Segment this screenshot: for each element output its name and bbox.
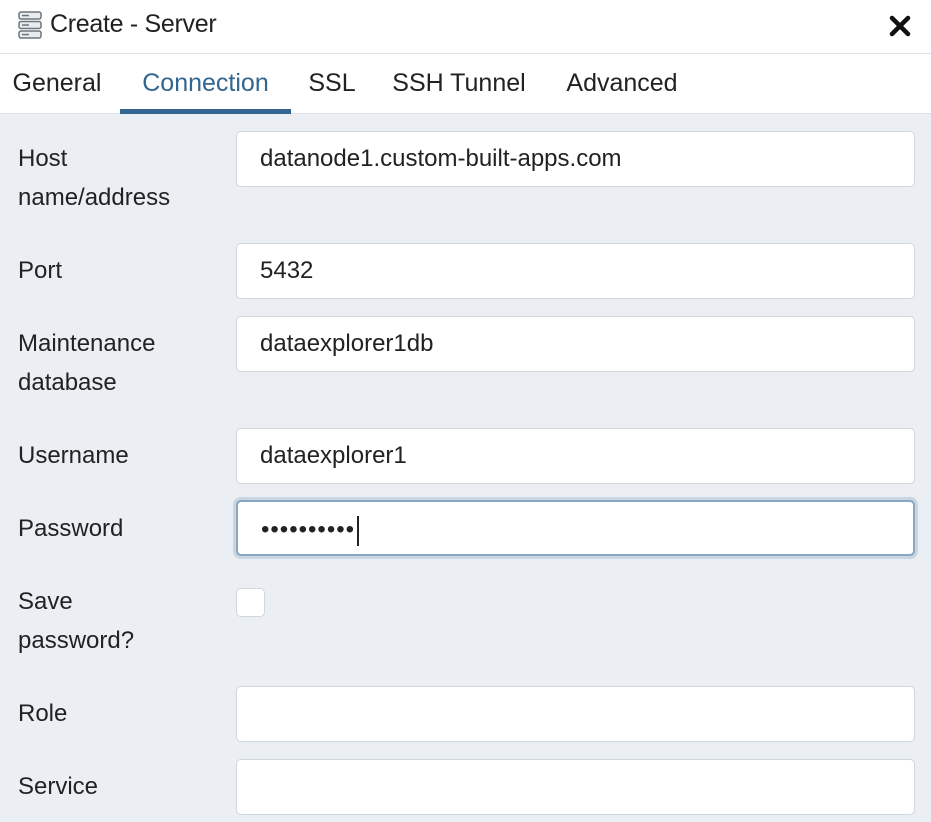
username-label: Username — [18, 442, 129, 469]
maintenance-db-label: Maintenance database — [18, 324, 218, 402]
save-password-label-line1: Save — [18, 588, 73, 615]
port-input[interactable] — [236, 243, 915, 299]
maintenance-db-label-line1: Maintenance — [18, 330, 156, 357]
save-password-label-line2: password? — [18, 627, 135, 654]
port-label: Port — [18, 257, 63, 284]
service-input[interactable] — [236, 759, 915, 815]
maintenance-db-input[interactable] — [236, 316, 915, 372]
password-masked-value: •••••••••• — [261, 512, 360, 548]
service-label: Service — [18, 773, 99, 800]
maintenance-db-label-line2: database — [18, 369, 117, 396]
tab-advanced[interactable]: Advanced — [563, 54, 681, 113]
tab-bar: General Connection SSL SSH Tunnel Advanc… — [0, 54, 931, 114]
host-label-line2: name/address — [18, 184, 171, 211]
text-cursor — [357, 515, 360, 546]
tab-ssl[interactable]: SSL — [308, 54, 356, 113]
save-password-label: Save password? — [18, 582, 218, 660]
active-tab-indicator — [120, 109, 291, 114]
connection-form: Host name/address Port Maintenance datab… — [0, 115, 931, 822]
tab-general[interactable]: General — [12, 54, 102, 113]
host-label: Host name/address — [18, 139, 218, 217]
tab-ssh-tunnel[interactable]: SSH Tunnel — [390, 54, 528, 113]
username-input[interactable] — [236, 428, 915, 484]
role-label: Role — [18, 700, 68, 727]
role-input[interactable] — [236, 686, 915, 742]
server-icon — [18, 11, 42, 39]
password-input[interactable]: •••••••••• — [236, 500, 915, 556]
dialog-titlebar: Create - Server — [0, 0, 931, 54]
password-dots: •••••••••• — [261, 516, 356, 543]
close-icon[interactable] — [886, 12, 914, 40]
host-label-line1: Host — [18, 145, 68, 172]
dialog-title: Create - Server — [50, 10, 217, 38]
tab-connection[interactable]: Connection — [120, 54, 291, 113]
host-input[interactable] — [236, 131, 915, 187]
save-password-checkbox[interactable] — [236, 588, 265, 617]
password-label: Password — [18, 515, 124, 542]
